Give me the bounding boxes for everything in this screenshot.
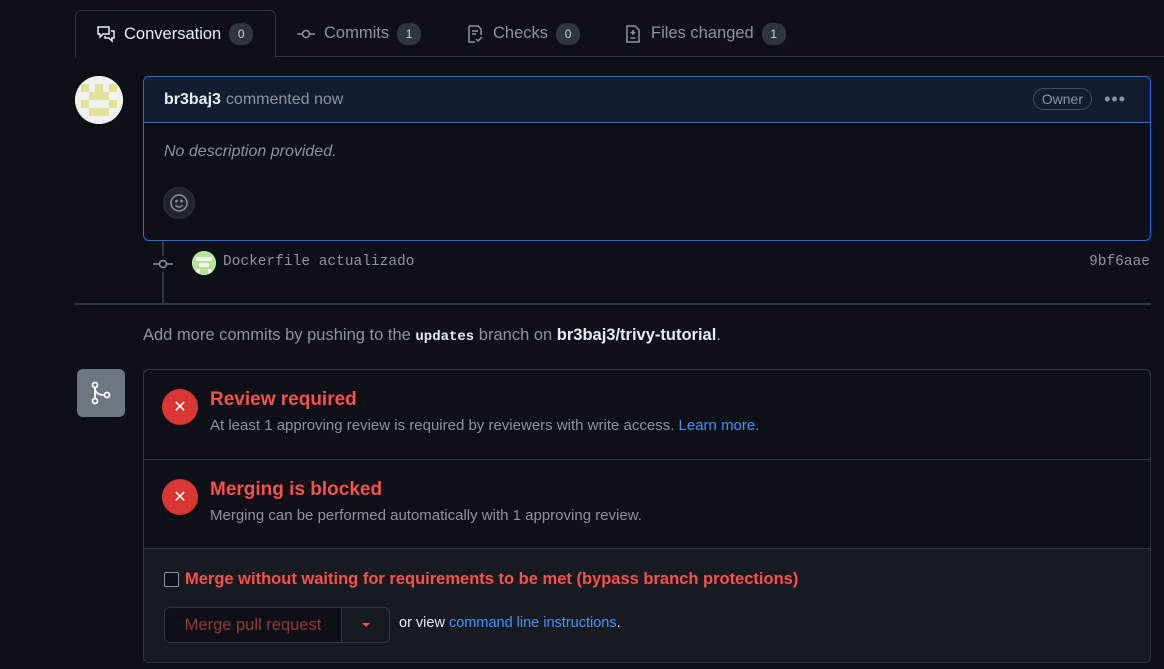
commit-sha[interactable]: 9bf6aae [1089,254,1150,270]
owner-badge: Owner [1032,88,1092,110]
timeline-separator [75,303,1151,305]
command-line-instructions-link[interactable]: command line instructions [449,615,617,631]
tab-label: Conversation [124,24,222,43]
timeline-line [162,241,164,303]
branch-name: updates [415,329,475,345]
merge-actions-row: Merge without waiting for requirements t… [144,549,1150,662]
tab-counter: 1 [397,22,422,45]
learn-more-link[interactable]: Learn more. [679,417,760,434]
review-required-title: Review required [210,389,357,410]
tab-checks[interactable]: Checks 0 [445,10,600,57]
review-required-desc: At least 1 approving review is required … [210,417,759,434]
commit-author-avatar[interactable] [192,251,216,275]
add-reaction-button[interactable] [163,187,195,219]
file-diff-icon [626,24,640,43]
kebab-horizontal-icon[interactable]: ••• [1104,89,1126,110]
comment-discussion-icon [97,26,115,43]
push-hint-suffix: . [716,326,721,344]
x-circle-icon: ✕ [162,389,198,425]
review-required-text: At least 1 approving review is required … [210,417,675,434]
git-commit-icon [153,256,173,272]
commit-message[interactable]: Dockerfile actualizado [223,254,414,270]
merging-blocked-desc: Merging can be performed automatically w… [210,507,642,524]
comment-header: br3baj3 commented now [144,77,1150,123]
triangle-down-icon [361,623,370,627]
or-view-text: or view command line instructions. [399,615,621,631]
tab-conversation[interactable]: Conversation 0 [75,10,276,58]
or-view-label: or view [399,615,445,631]
bypass-checkbox[interactable] [164,572,179,587]
smiley-icon [170,194,188,212]
push-hint-prefix: Add more commits by pushing to the [143,326,411,344]
review-required-row: ✕ Review required At least 1 approving r… [144,370,1150,460]
tab-counter: 0 [556,22,581,45]
merge-button-group: Merge pull request [164,607,390,643]
push-hint-middle: branch on [478,326,553,344]
pr-description-comment: br3baj3 commented now Owner ••• No descr… [143,76,1151,241]
bypass-option[interactable]: Merge without waiting for requirements t… [164,570,798,589]
tab-files-changed[interactable]: Files changed 1 [603,10,806,57]
repo-name[interactable]: br3baj3/trivy-tutorial [557,326,717,344]
git-commit-icon [297,29,315,38]
pr-tabs: Conversation 0 Commits 1 Checks 0 Files … [75,10,1164,58]
push-hint: Add more commits by pushing to the updat… [143,326,721,345]
bypass-label[interactable]: Merge without waiting for requirements t… [185,570,798,589]
or-view-suffix: . [616,615,621,631]
comment-author[interactable]: br3baj3 [164,91,221,109]
tab-label: Commits [324,24,390,42]
x-circle-icon: ✕ [162,479,198,515]
checklist-icon [468,24,483,43]
git-merge-icon [77,369,125,417]
merging-blocked-row: ✕ Merging is blocked Merging can be perf… [144,460,1150,549]
tab-commits[interactable]: Commits 1 [276,10,441,57]
tab-counter: 0 [229,23,254,45]
merging-blocked-title: Merging is blocked [210,479,383,500]
tab-label: Checks [493,24,549,42]
tab-label: Files changed [651,24,754,42]
comment-body: No description provided. [164,143,337,160]
comment-timestamp[interactable]: commented now [226,91,343,109]
merge-method-dropdown[interactable] [342,607,390,643]
tab-counter: 1 [761,22,786,45]
merge-pull-request-button[interactable]: Merge pull request [164,607,342,643]
merge-status-box: ✕ Review required At least 1 approving r… [143,369,1151,663]
author-avatar[interactable] [75,76,123,124]
